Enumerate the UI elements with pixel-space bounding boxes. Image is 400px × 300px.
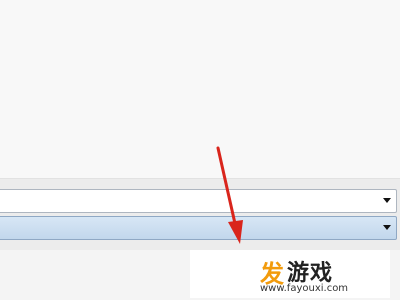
watermark-url: www.fayouxi.com <box>260 283 349 294</box>
dropdown-2-selected[interactable] <box>0 216 397 240</box>
watermark: 发 游戏 www.fayouxi.com <box>190 250 390 298</box>
dropdown-1[interactable] <box>0 189 397 213</box>
chevron-down-icon[interactable] <box>383 225 391 230</box>
chevron-down-icon[interactable] <box>383 198 391 203</box>
content-area <box>0 0 400 178</box>
